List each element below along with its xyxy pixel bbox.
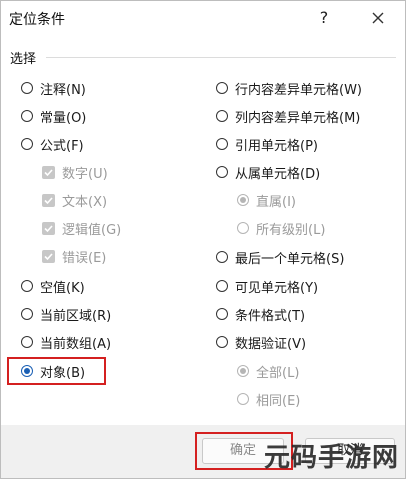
option-label: 最后一个单元格(S) <box>235 251 345 267</box>
radio-selected-icon <box>237 194 249 206</box>
checkbox-checked-icon <box>42 165 55 179</box>
option-label: 公式(F) <box>40 138 84 154</box>
option-formulas[interactable]: 公式(F) <box>21 134 84 154</box>
goto-special-dialog: 定位条件 ? 选择 注释(N) 常量(O) 公式(F) 数字(U) 文本(X) <box>0 0 406 479</box>
radio-icon <box>21 138 33 150</box>
option-label: 注释(N) <box>40 82 86 98</box>
option-conditional-formats[interactable]: 条件格式(T) <box>216 304 305 324</box>
option-label: 从属单元格(D) <box>235 166 321 182</box>
close-button[interactable] <box>367 7 389 29</box>
site-watermark: 元码手游网 <box>263 443 399 473</box>
option-data-validation[interactable]: 数据验证(V) <box>216 332 306 352</box>
title-bar: 定位条件 ? <box>1 1 405 37</box>
radio-selected-icon <box>237 365 249 377</box>
objects-highlight-box <box>7 357 106 385</box>
radio-icon <box>216 166 228 178</box>
option-direct-only[interactable]: 直属(I) <box>237 190 296 210</box>
option-label: 列内容差异单元格(M) <box>235 110 361 126</box>
option-current-region[interactable]: 当前区域(R) <box>21 304 111 324</box>
checkbox-checked-icon <box>42 249 55 263</box>
checkbox-errors[interactable]: 错误(E) <box>42 246 106 266</box>
radio-icon <box>21 308 33 320</box>
option-label: 数字(U) <box>62 166 108 182</box>
option-label: 条件格式(T) <box>235 308 306 324</box>
option-precedents[interactable]: 引用单元格(P) <box>216 134 318 154</box>
option-label: 可见单元格(Y) <box>235 280 319 296</box>
option-row-differences[interactable]: 行内容差异单元格(W) <box>216 78 362 98</box>
checkbox-numbers[interactable]: 数字(U) <box>42 162 108 182</box>
option-comments[interactable]: 注释(N) <box>21 78 86 98</box>
group-divider <box>46 57 396 58</box>
option-constants[interactable]: 常量(O) <box>21 106 86 126</box>
option-label: 引用单元格(P) <box>235 138 318 154</box>
checkbox-logicals[interactable]: 逻辑值(G) <box>42 218 121 238</box>
radio-icon <box>216 138 228 150</box>
radio-icon <box>21 336 33 348</box>
option-column-differences[interactable]: 列内容差异单元格(M) <box>216 106 360 126</box>
checkbox-checked-icon <box>42 221 55 235</box>
option-visible-cells[interactable]: 可见单元格(Y) <box>216 276 318 296</box>
option-label: 常量(O) <box>40 110 87 126</box>
radio-icon <box>216 308 228 320</box>
option-current-array[interactable]: 当前数组(A) <box>21 332 111 352</box>
option-last-cell[interactable]: 最后一个单元格(S) <box>216 247 344 267</box>
dialog-title: 定位条件 <box>9 12 65 28</box>
radio-icon <box>237 393 249 405</box>
option-label: 错误(E) <box>62 250 107 266</box>
radio-icon <box>216 251 228 263</box>
radio-icon <box>21 82 33 94</box>
radio-icon <box>237 222 249 234</box>
option-label: 数据验证(V) <box>235 336 307 352</box>
checkbox-checked-icon <box>42 193 55 207</box>
option-label: 当前数组(A) <box>40 336 112 352</box>
option-label: 当前区域(R) <box>40 308 112 324</box>
option-label: 全部(L) <box>256 365 300 381</box>
option-validation-all[interactable]: 全部(L) <box>237 361 299 381</box>
option-validation-same[interactable]: 相同(E) <box>237 389 300 409</box>
option-blanks[interactable]: 空值(K) <box>21 276 85 296</box>
help-button[interactable]: ? <box>313 7 335 29</box>
radio-icon <box>21 110 33 122</box>
option-label: 逻辑值(G) <box>62 222 122 238</box>
radio-icon <box>216 336 228 348</box>
option-label: 直属(I) <box>256 194 296 210</box>
section-label: 选择 <box>10 52 37 67</box>
radio-icon <box>216 82 228 94</box>
option-dependents[interactable]: 从属单元格(D) <box>216 162 320 182</box>
option-label: 空值(K) <box>40 280 85 296</box>
option-all-levels[interactable]: 所有级别(L) <box>237 218 325 238</box>
option-label: 文本(X) <box>62 194 108 210</box>
radio-icon <box>21 280 33 292</box>
radio-icon <box>216 110 228 122</box>
close-icon <box>372 12 384 24</box>
option-label: 所有级别(L) <box>256 222 326 238</box>
radio-icon <box>216 280 228 292</box>
option-label: 相同(E) <box>256 393 301 409</box>
option-label: 行内容差异单元格(W) <box>235 82 362 98</box>
checkbox-text[interactable]: 文本(X) <box>42 190 107 210</box>
